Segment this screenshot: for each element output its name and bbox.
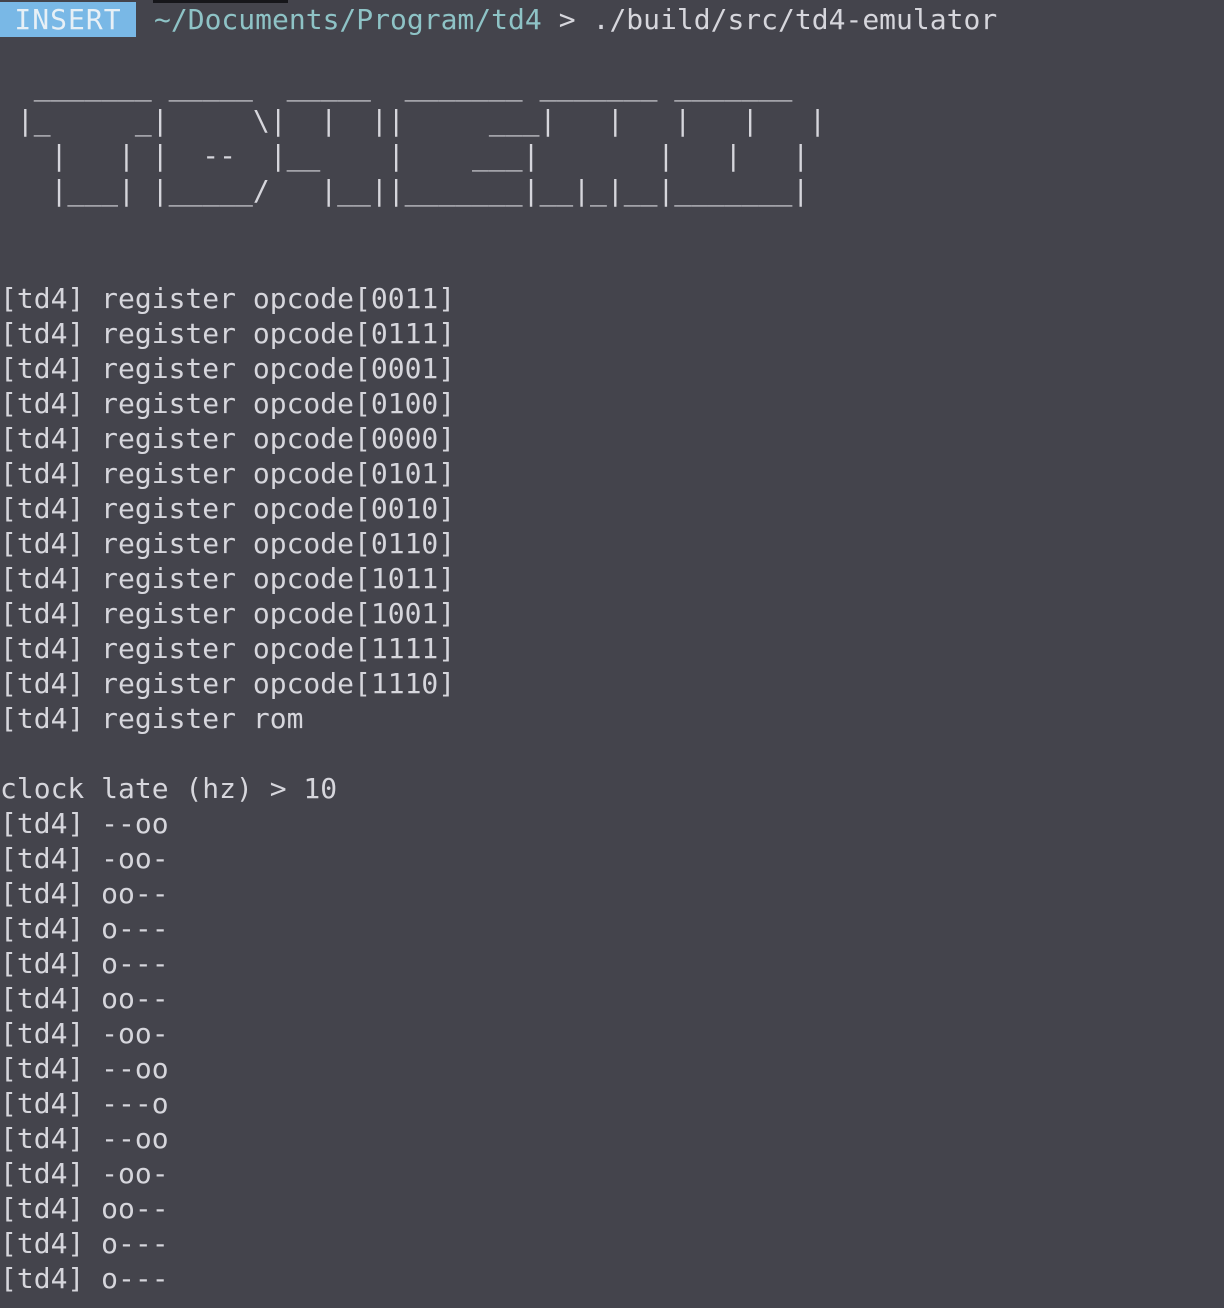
banner-line: |_ _| \| | || ___| | | | |: [0, 104, 827, 137]
command-text: ./build/src/td4-emulator: [592, 3, 998, 36]
register-line: [td4] register rom: [0, 702, 304, 735]
led-line: [td4] oo--: [0, 877, 169, 910]
led-line: [td4] -oo-: [0, 842, 169, 875]
led-line: [td4] o---: [0, 1227, 169, 1260]
led-line: [td4] oo--: [0, 982, 169, 1015]
led-line: [td4] --oo: [0, 1122, 169, 1155]
clock-prompt: clock late (hz) > 10: [0, 772, 338, 805]
terminal-window[interactable]: INSERT ~/Documents/Program/td4 > ./build…: [0, 0, 1224, 1308]
register-line: [td4] register opcode[1001]: [0, 597, 456, 630]
led-line: [td4] ---o: [0, 1087, 169, 1120]
banner-line: |___| |_____/ |__||_______|__|_|__|_____…: [0, 174, 810, 207]
led-line: [td4] --oo: [0, 1052, 169, 1085]
led-line: [td4] -oo-: [0, 1017, 169, 1050]
vi-mode-badge: INSERT: [0, 2, 136, 37]
register-line: [td4] register opcode[0111]: [0, 317, 456, 350]
register-line: [td4] register opcode[0100]: [0, 387, 456, 420]
shell-prompt: INSERT ~/Documents/Program/td4 > ./build…: [0, 2, 997, 37]
register-line: [td4] register opcode[1011]: [0, 562, 456, 595]
banner-line: _______ _____ _____ _______ _______ ____…: [0, 69, 793, 102]
current-directory: ~/Documents/Program/td4: [154, 3, 542, 36]
register-line: [td4] register opcode[0010]: [0, 492, 456, 525]
prompt-symbol: >: [558, 3, 576, 36]
register-line: [td4] register opcode[0101]: [0, 457, 456, 490]
register-line: [td4] register opcode[0000]: [0, 422, 456, 455]
register-line: [td4] register opcode[1110]: [0, 667, 456, 700]
banner-line: | | | -- |__ | ___| | | |: [0, 139, 810, 172]
led-line: [td4] -oo-: [0, 1157, 169, 1190]
led-line: [td4] o---: [0, 1262, 169, 1295]
register-line: [td4] register opcode[0001]: [0, 352, 456, 385]
register-line: [td4] register opcode[0110]: [0, 527, 456, 560]
ascii-banner: _______ _____ _____ _______ _______ ____…: [0, 68, 826, 208]
led-line: [td4] o---: [0, 912, 169, 945]
led-line: [td4] --oo: [0, 807, 169, 840]
led-line: [td4] o---: [0, 947, 169, 980]
led-line: [td4] oo--: [0, 1192, 169, 1225]
register-line: [td4] register opcode[1111]: [0, 632, 456, 665]
program-output: [td4] register opcode[0011] [td4] regist…: [0, 281, 455, 1296]
register-line: [td4] register opcode[0011]: [0, 282, 456, 315]
blank-line: [0, 736, 455, 771]
